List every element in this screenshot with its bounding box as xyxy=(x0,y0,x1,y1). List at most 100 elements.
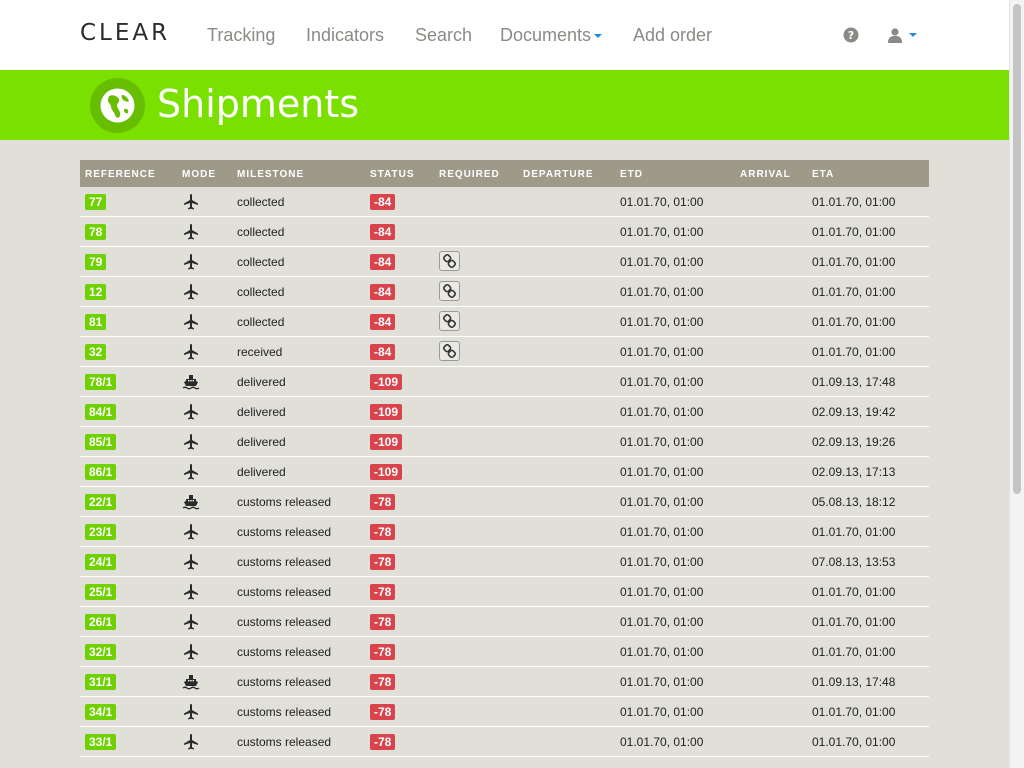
scrollbar-thumb[interactable] xyxy=(1013,4,1021,494)
col-required[interactable]: REQUIRED xyxy=(439,169,500,180)
reference-badge[interactable]: 84/1 xyxy=(85,404,117,420)
status-badge: -78 xyxy=(370,524,396,540)
reference-badge[interactable]: 79 xyxy=(85,254,107,270)
table-row[interactable]: 33/1 customs released -78 01.01.70, 01:00 01… xyxy=(80,727,929,757)
reference-badge[interactable]: 86/1 xyxy=(85,464,117,480)
table-row[interactable]: 84/1 delivered -109 01.01.70, 01:00 02.09.13… xyxy=(80,397,929,427)
vertical-scrollbar[interactable] xyxy=(1009,0,1024,768)
table-row[interactable]: 79 collected -84 01.01.70, 01:00 01.01.70, 0… xyxy=(80,247,929,277)
col-departure[interactable]: DEPARTURE xyxy=(523,169,593,180)
table-row[interactable]: 31/1 customs released -78 01.01.70, 01:00 01… xyxy=(80,667,929,697)
airplane-icon xyxy=(182,463,200,481)
table-row[interactable]: 78 collected -84 01.01.70, 01:00 01.01.70, 0… xyxy=(80,217,929,247)
reference-badge[interactable]: 78/1 xyxy=(85,374,117,390)
status-badge: -84 xyxy=(370,194,396,210)
reference-badge[interactable]: 24/1 xyxy=(85,554,117,570)
milestone-text: customs released xyxy=(237,675,332,689)
milestone-text: customs released xyxy=(237,705,332,719)
eta-text: 01.01.70, 01:00 xyxy=(812,345,896,359)
table-row[interactable]: 85/1 delivered -109 01.01.70, 01:00 02.09.13… xyxy=(80,427,929,457)
table-row[interactable]: 26/1 customs released -78 01.01.70, 01:00 01… xyxy=(80,607,929,637)
etd-text: 01.01.70, 01:00 xyxy=(620,645,704,659)
shipments-table: REFERENCE MODE MILESTONE STATUS REQUIRED… xyxy=(80,160,929,757)
milestone-text: delivered xyxy=(237,405,286,419)
nav-tracking[interactable]: Tracking xyxy=(207,25,275,46)
milestone-text: collected xyxy=(237,195,285,209)
reference-badge[interactable]: 32/1 xyxy=(85,644,117,660)
etd-text: 01.01.70, 01:00 xyxy=(620,735,704,749)
col-mode[interactable]: MODE xyxy=(182,169,216,180)
col-reference[interactable]: REFERENCE xyxy=(85,169,156,180)
ship-icon xyxy=(182,493,200,511)
airplane-icon xyxy=(182,733,200,751)
nav-documents[interactable]: Documents xyxy=(500,25,603,46)
table-row[interactable]: 32 received -84 01.01.70, 01:00 01.01.70, 01… xyxy=(80,337,929,367)
airplane-icon xyxy=(182,583,200,601)
airplane-icon xyxy=(182,313,200,331)
reference-badge[interactable]: 31/1 xyxy=(85,674,117,690)
user-menu[interactable] xyxy=(887,27,917,48)
reference-badge[interactable]: 22/1 xyxy=(85,494,117,510)
eta-text: 02.09.13, 19:42 xyxy=(812,405,896,419)
ship-icon xyxy=(182,673,200,691)
status-badge: -78 xyxy=(370,554,396,570)
col-status[interactable]: STATUS xyxy=(370,169,415,180)
reference-badge[interactable]: 81 xyxy=(85,314,107,330)
reference-badge[interactable]: 78 xyxy=(85,224,107,240)
brand-logo[interactable]: CLEAR xyxy=(80,20,170,46)
milestone-text: collected xyxy=(237,255,285,269)
etd-text: 01.01.70, 01:00 xyxy=(620,375,704,389)
help-icon[interactable]: ? xyxy=(843,27,859,48)
airplane-icon xyxy=(182,643,200,661)
eta-text: 02.09.13, 19:26 xyxy=(812,435,896,449)
col-milestone[interactable]: MILESTONE xyxy=(237,169,304,180)
reference-badge[interactable]: 12 xyxy=(85,284,107,300)
reference-badge[interactable]: 25/1 xyxy=(85,584,117,600)
required-link-button[interactable] xyxy=(439,311,460,331)
table-row[interactable]: 12 collected -84 01.01.70, 01:00 01.01.70, 0… xyxy=(80,277,929,307)
milestone-text: customs released xyxy=(237,555,332,569)
col-eta[interactable]: ETA xyxy=(812,169,834,180)
table-row[interactable]: 78/1 delivered -109 01.01.70, 01:00 01.09.13… xyxy=(80,367,929,397)
etd-text: 01.01.70, 01:00 xyxy=(620,345,704,359)
reference-badge[interactable]: 26/1 xyxy=(85,614,117,630)
table-row[interactable]: 32/1 customs released -78 01.01.70, 01:00 01… xyxy=(80,637,929,667)
status-badge: -109 xyxy=(370,374,403,390)
status-badge: -109 xyxy=(370,464,403,480)
reference-badge[interactable]: 85/1 xyxy=(85,434,117,450)
nav-add-order[interactable]: Add order xyxy=(633,25,712,46)
table-row[interactable]: 23/1 customs released -78 01.01.70, 01:00 01… xyxy=(80,517,929,547)
status-badge: -109 xyxy=(370,434,403,450)
required-link-button[interactable] xyxy=(439,281,460,301)
table-row[interactable]: 25/1 customs released -78 01.01.70, 01:00 01… xyxy=(80,577,929,607)
nav-search[interactable]: Search xyxy=(415,25,472,46)
milestone-text: customs released xyxy=(237,735,332,749)
reference-badge[interactable]: 32 xyxy=(85,344,107,360)
etd-text: 01.01.70, 01:00 xyxy=(620,405,704,419)
col-etd[interactable]: ETD xyxy=(620,169,643,180)
table-body: 77 collected -84 01.01.70, 01:00 01.01.70, 0… xyxy=(80,187,929,757)
airplane-icon xyxy=(182,223,200,241)
table-row[interactable]: 77 collected -84 01.01.70, 01:00 01.01.70, 0… xyxy=(80,187,929,217)
table-row[interactable]: 86/1 delivered -109 01.01.70, 01:00 02.09.13… xyxy=(80,457,929,487)
table-row[interactable]: 81 collected -84 01.01.70, 01:00 01.01.70, 0… xyxy=(80,307,929,337)
airplane-icon xyxy=(182,613,200,631)
reference-badge[interactable]: 23/1 xyxy=(85,524,117,540)
table-row[interactable]: 22/1 customs released -78 01.01.70, 01:00 05… xyxy=(80,487,929,517)
eta-text: 01.09.13, 17:48 xyxy=(812,675,896,689)
reference-badge[interactable]: 33/1 xyxy=(85,734,117,750)
col-arrival[interactable]: ARRIVAL xyxy=(740,169,791,180)
nav-indicators[interactable]: Indicators xyxy=(306,25,384,46)
table-row[interactable]: 34/1 customs released -78 01.01.70, 01:00 01… xyxy=(80,697,929,727)
milestone-text: delivered xyxy=(237,465,286,479)
reference-badge[interactable]: 77 xyxy=(85,194,107,210)
reference-badge[interactable]: 34/1 xyxy=(85,704,117,720)
table-row[interactable]: 24/1 customs released -78 01.01.70, 01:00 07… xyxy=(80,547,929,577)
eta-text: 01.01.70, 01:00 xyxy=(812,615,896,629)
globe-icon xyxy=(90,78,145,133)
required-link-button[interactable] xyxy=(439,341,460,361)
etd-text: 01.01.70, 01:00 xyxy=(620,495,704,509)
eta-text: 01.01.70, 01:00 xyxy=(812,255,896,269)
required-link-button[interactable] xyxy=(439,251,460,271)
status-badge: -78 xyxy=(370,494,396,510)
